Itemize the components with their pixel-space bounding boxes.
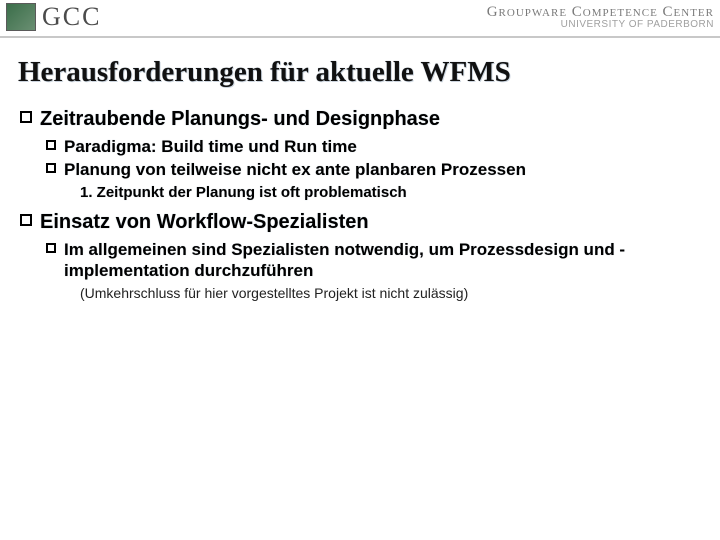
header: GCC Groupware Competence Center UNIVERSI… (0, 0, 720, 36)
list-item-label: Paradigma: Build time und Run time (64, 136, 357, 157)
bullet-square-icon (46, 163, 56, 173)
list-item-label: Zeitraubende Planungs- und Designphase (40, 107, 440, 132)
bullet-square-icon (46, 140, 56, 150)
brand-right: Groupware Competence Center UNIVERSITY O… (487, 2, 714, 30)
slide: GCC Groupware Competence Center UNIVERSI… (0, 0, 720, 540)
list-item: Im allgemeinen sind Spezialisten notwend… (46, 239, 698, 282)
list-item: Paradigma: Build time und Run time (46, 136, 698, 157)
list-item-label: Einsatz von Workflow-Spezialisten (40, 210, 369, 235)
bullet-square-icon (20, 214, 32, 226)
brand-left: GCC (6, 2, 101, 32)
note-text: (Umkehrschluss für hier vorgestelltes Pr… (80, 285, 468, 301)
logo-icon (6, 3, 36, 31)
list-item: Einsatz von Workflow-Spezialisten (20, 210, 698, 235)
list-item: 1. Zeitpunkt der Planung ist oft problem… (80, 183, 698, 203)
page-title: Herausforderungen für aktuelle WFMS (18, 56, 698, 89)
list-item-label: Planung von teilweise nicht ex ante plan… (64, 159, 526, 180)
list-item-label: 1. Zeitpunkt der Planung ist oft problem… (80, 184, 407, 201)
brand-short: GCC (42, 2, 101, 32)
bullet-square-icon (46, 243, 56, 253)
list-item-note: (Umkehrschluss für hier vorgestelltes Pr… (80, 284, 698, 302)
list-item: Planung von teilweise nicht ex ante plan… (46, 159, 698, 180)
list-item: Zeitraubende Planungs- und Designphase (20, 107, 698, 132)
body: Herausforderungen für aktuelle WFMS Zeit… (0, 38, 720, 302)
list-item-label: Im allgemeinen sind Spezialisten notwend… (64, 239, 698, 282)
bullet-square-icon (20, 111, 32, 123)
